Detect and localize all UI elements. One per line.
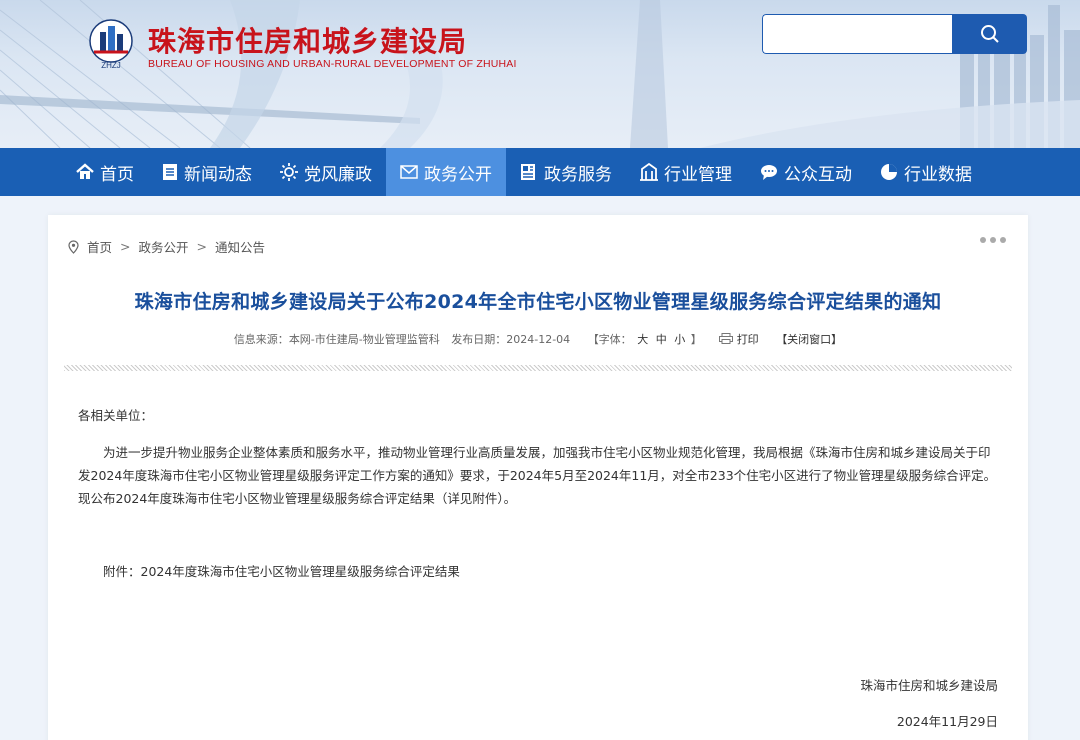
nav-label: 新闻动态	[184, 164, 252, 185]
nav-item-interaction[interactable]: 公众互动	[746, 148, 866, 196]
nav-label: 党风廉政	[304, 164, 372, 185]
search-icon	[980, 25, 999, 43]
date-label: 发布日期：	[451, 333, 507, 346]
printer-icon	[719, 333, 734, 344]
search-button[interactable]	[952, 14, 1027, 54]
pie-chart-icon	[880, 163, 898, 181]
nav-label: 行业管理	[664, 164, 732, 185]
mail-icon	[400, 165, 418, 179]
nav-item-home[interactable]: 首页	[62, 148, 148, 196]
main-nav: 首页 新闻动态 党风廉政 政务公开 政务服务 行业管理 公众互动 行业数据	[0, 148, 1080, 196]
font-medium-button[interactable]: 中	[656, 333, 667, 346]
building-icon	[640, 163, 658, 181]
site-logo[interactable]: ZHZJ	[88, 18, 134, 70]
nav-item-party[interactable]: 党风廉政	[266, 148, 386, 196]
print-button[interactable]: 打印	[719, 333, 762, 346]
nav-label: 首页	[100, 164, 134, 185]
close-window-button[interactable]: 【关闭窗口】	[776, 333, 842, 346]
nav-label: 政务服务	[544, 164, 612, 185]
breadcrumb-gov-affairs[interactable]: 政务公开	[139, 237, 189, 256]
font-small-button[interactable]: 小	[674, 333, 685, 346]
signature: 珠海市住房和城乡建设局	[860, 678, 998, 693]
content-panel: 首页 > 政务公开 > 通知公告 珠海市住房和城乡建设局关于公布2024年全市住…	[48, 215, 1028, 740]
source-label: 信息来源：	[233, 333, 289, 346]
breadcrumb: 首页 > 政务公开 > 通知公告	[68, 237, 265, 256]
sun-icon	[280, 163, 298, 181]
source-info: 信息来源：本网-市住建局-物业管理监管科	[234, 333, 440, 346]
nav-item-data[interactable]: 行业数据	[866, 148, 986, 196]
source-value: 本网-市住建局-物业管理监管科	[288, 333, 440, 346]
breadcrumb-home[interactable]: 首页	[87, 237, 112, 256]
date-info: 发布日期：2024-12-04	[451, 333, 570, 346]
divider	[64, 365, 1012, 371]
nav-item-news[interactable]: 新闻动态	[148, 148, 266, 196]
site-title: 珠海市住房和城乡建设局	[148, 25, 468, 58]
search-box	[762, 14, 1027, 54]
attachment-link[interactable]: 附件：2024年度珠海市住宅小区物业管理星级服务综合评定结果	[103, 561, 460, 580]
logo-text: ZHZJ	[101, 61, 121, 70]
nav-label: 公众互动	[784, 164, 852, 185]
location-pin-icon	[68, 239, 79, 254]
font-close: 】	[690, 333, 702, 346]
salutation: 各相关单位：	[78, 408, 154, 423]
site-title-english: BUREAU OF HOUSING AND URBAN-RURAL DEVELO…	[148, 58, 517, 70]
breadcrumb-notices[interactable]: 通知公告	[215, 237, 265, 256]
search-input[interactable]	[762, 14, 952, 54]
home-icon	[76, 163, 94, 181]
nav-item-gov-services[interactable]: 政务服务	[506, 148, 626, 196]
breadcrumb-separator: >	[196, 239, 207, 254]
article-title: 珠海市住房和城乡建设局关于公布2024年全市住宅小区物业管理星级服务综合评定结果…	[134, 291, 942, 313]
font-size-control: 【字体： 大 中 小 】	[588, 333, 706, 346]
article-meta: 信息来源：本网-市住建局-物业管理监管科 发布日期：2024-12-04 【字体…	[48, 331, 1028, 347]
article-paragraph: 为进一步提升物业服务企业整体素质和服务水平，推动物业管理行业高质量发展，加强我市…	[78, 445, 997, 506]
nav-label: 行业数据	[904, 164, 972, 185]
document-icon	[162, 163, 178, 181]
chat-icon	[760, 164, 778, 180]
print-label: 打印	[736, 333, 759, 346]
publish-date: 2024-12-04	[506, 333, 571, 346]
breadcrumb-separator: >	[120, 239, 131, 254]
more-options-icon[interactable]	[980, 237, 1006, 243]
header-banner: ZHZJ 珠海市住房和城乡建设局 BUREAU OF HOUSING AND U…	[0, 0, 1080, 148]
font-large-button[interactable]: 大	[637, 333, 648, 346]
news-icon	[520, 163, 538, 181]
nav-item-industry[interactable]: 行业管理	[626, 148, 746, 196]
nav-label: 政务公开	[424, 164, 492, 185]
nav-item-gov-affairs[interactable]: 政务公开	[386, 148, 506, 196]
font-label: 【字体：	[587, 333, 632, 346]
bureau-emblem-icon: ZHZJ	[89, 19, 133, 70]
sign-date: 2024年11月29日	[896, 714, 998, 729]
